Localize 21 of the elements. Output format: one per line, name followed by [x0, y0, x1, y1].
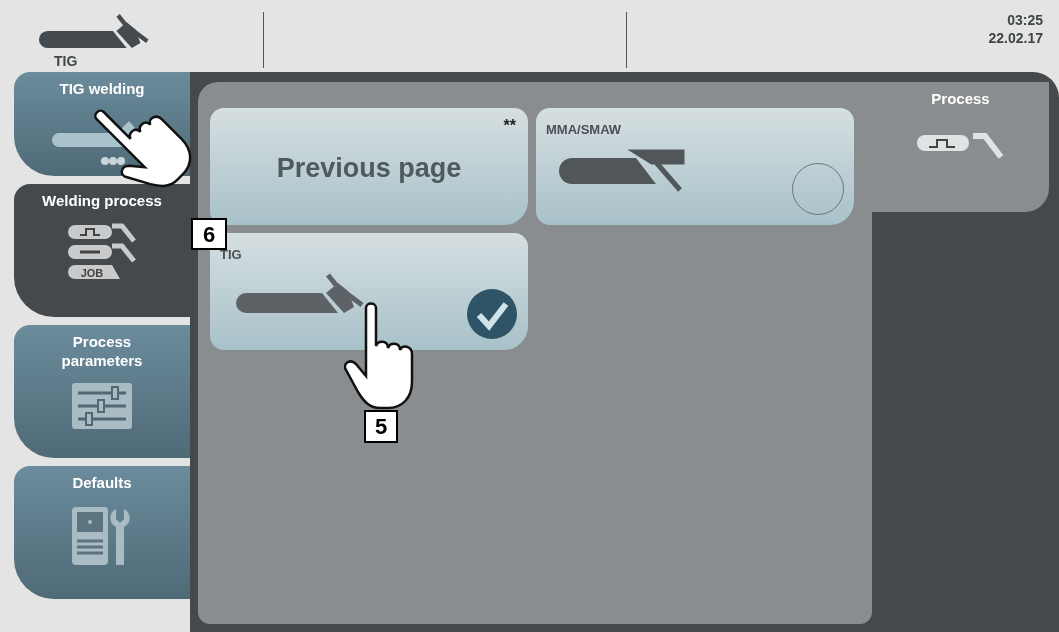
note-marker: **: [503, 116, 516, 136]
sidebar-tab[interactable]: Process parameters: [14, 325, 190, 458]
sidebar-tab[interactable]: Defaults: [14, 466, 190, 599]
process-panel[interactable]: Process: [872, 82, 1049, 212]
header-divider: [263, 12, 264, 68]
step-number: 5: [364, 410, 398, 443]
clock-date: 22.02.17: [988, 29, 1043, 47]
process-label: TIG: [54, 52, 78, 71]
step-number: 6: [191, 218, 227, 250]
sliders-icon: [72, 382, 132, 429]
process-tile[interactable]: MMA/SMAW: [536, 108, 854, 225]
tile-label: MMA/SMAW: [546, 121, 622, 139]
job-process-icon: JOB: [68, 264, 120, 279]
check-icon: [466, 288, 518, 340]
sidebar-tab[interactable]: Welding process JOB: [14, 184, 190, 317]
tile-label: Previous page: [276, 152, 462, 185]
standard-process-icon: [68, 243, 136, 263]
previous-page-button[interactable]: ** Previous page: [210, 108, 528, 225]
clock-time: 03:25: [1007, 12, 1043, 30]
pulse-process-icon: [68, 223, 136, 243]
header-divider: [626, 12, 627, 68]
